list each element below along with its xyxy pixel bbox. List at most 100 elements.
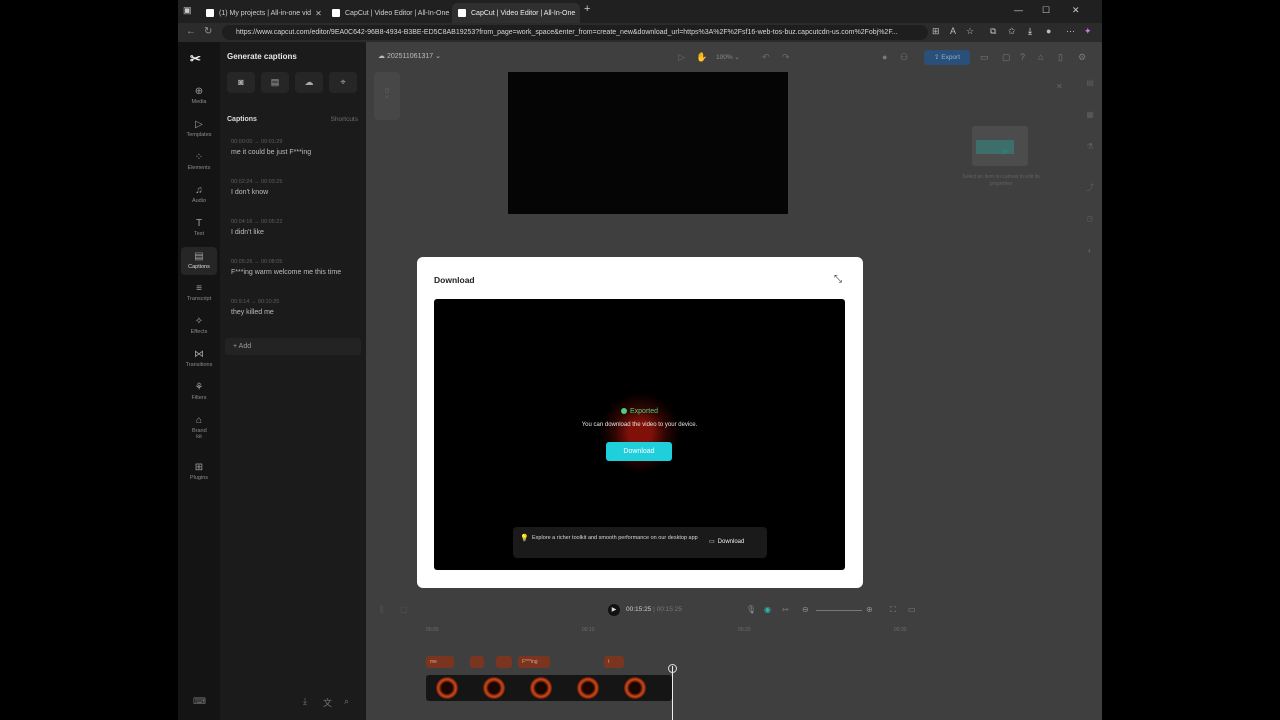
caption-item[interactable]: 00:05:26 → 00:08:05 F***ing warm welcome… — [231, 259, 361, 276]
rail-item-audio[interactable]: ♫ Audio — [178, 185, 220, 204]
favorites-icon[interactable]: ✩ — [1008, 26, 1016, 37]
rail-item-plugins[interactable]: ⊞ Plugins — [178, 462, 220, 481]
add-caption-button[interactable]: + Add — [225, 338, 361, 355]
caption-item[interactable]: 00:00:00 → 00:01:29 me it could be just … — [231, 139, 361, 156]
playhead[interactable] — [672, 666, 673, 720]
caption-clip[interactable] — [496, 656, 512, 668]
download-button[interactable]: Download — [606, 442, 672, 461]
back-icon[interactable]: ← — [186, 26, 196, 37]
delete-icon[interactable]: ▢ — [400, 605, 408, 614]
settings-gear-icon[interactable]: ⚙ — [1078, 52, 1086, 63]
rail-basic[interactable]: ▤ — [1078, 78, 1102, 87]
rail-animation[interactable]: ⤴ — [1078, 182, 1102, 193]
auto-captions-button[interactable]: ◙ — [227, 72, 255, 93]
profile-avatar-icon[interactable]: ● — [1046, 26, 1051, 36]
rail-item-media[interactable]: ⊕ Media — [178, 86, 220, 105]
caption-text[interactable]: they killed me — [231, 309, 361, 316]
rail-item-transitions[interactable]: ⋈ Transitions — [178, 349, 220, 368]
tab-actions-icon[interactable]: ▣ — [183, 5, 192, 16]
video-preview[interactable] — [508, 72, 788, 214]
capcut-logo-icon[interactable]: ✂ — [190, 51, 201, 67]
undo-icon[interactable]: ↶ — [762, 52, 770, 63]
magnet-icon[interactable]: ◉ — [764, 605, 771, 614]
rail-speed[interactable]: ◷ — [1078, 214, 1102, 223]
close-tab-icon[interactable]: ✕ — [311, 9, 322, 18]
tab-capcut-editor-2[interactable]: CapCut | Video Editor | All-In-One ✕ — [452, 3, 580, 23]
panel-toggle-icon[interactable]: ▯ — [1058, 52, 1063, 63]
caption-text[interactable]: I don't know — [231, 189, 361, 196]
manual-captions-button[interactable]: ▤ — [261, 72, 289, 93]
caption-clip[interactable] — [470, 656, 484, 668]
shop-icon[interactable]: ⌂ — [1038, 52, 1043, 62]
url-field[interactable]: https://www.capcut.com/editor/9EA0C642-9… — [222, 25, 928, 40]
tab-capcut-editor-1[interactable]: CapCut | Video Editor | All-In-One ✕ — [326, 3, 450, 23]
rail-item-templates[interactable]: ▷ Templates — [178, 119, 220, 138]
close-window-icon[interactable]: ✕ — [1072, 5, 1080, 16]
zoom-select[interactable]: 100% ⌄ — [716, 53, 740, 61]
comment-icon[interactable]: ▢ — [1002, 52, 1011, 63]
account-avatar-icon[interactable]: ● — [882, 52, 887, 62]
caption-clip[interactable]: me — [426, 656, 454, 668]
help-icon[interactable]: ? — [1020, 52, 1025, 62]
pointer-tool-icon[interactable]: ▷ — [678, 52, 685, 63]
caption-clip[interactable]: F***ing — [518, 656, 550, 668]
link-icon[interactable]: ⇿ — [782, 605, 789, 614]
caption-item[interactable]: 00:02:24 → 00:03:25 I don't know — [231, 179, 361, 196]
video-clip[interactable] — [426, 675, 672, 701]
upload-captions-button[interactable]: ☁ — [295, 72, 323, 93]
zoom-out-icon[interactable]: ⊖ — [802, 605, 809, 614]
split-icon[interactable]: ⫼ — [380, 605, 384, 615]
zoom-slider[interactable] — [816, 610, 862, 611]
minimize-dialog-icon[interactable]: ⤡ — [834, 274, 842, 285]
fit-icon[interactable]: ⛶ — [890, 605, 896, 615]
rail-backdrop[interactable]: ▦ — [1078, 110, 1102, 119]
caption-item[interactable]: 00:9:14 → 00:10:25 they killed me — [231, 299, 361, 316]
split-screen-icon[interactable]: ⧉ — [990, 26, 996, 37]
caption-text[interactable]: I didn't like — [231, 229, 361, 236]
caption-text[interactable]: me it could be just F***ing — [231, 149, 361, 156]
maximize-icon[interactable]: ☐ — [1042, 5, 1050, 16]
copilot-icon[interactable]: ✦ — [1084, 26, 1092, 37]
favorite-star-icon[interactable]: ☆ — [966, 26, 974, 37]
microphone-icon[interactable]: 🎙 — [746, 605, 756, 614]
tab-my-projects[interactable]: (1) My projects | All-in-one vid ✕ — [200, 3, 324, 23]
canvas-size-toolbar[interactable]: ▢ ♪ — [374, 72, 400, 120]
shortcuts-link[interactable]: Shortcuts — [331, 116, 358, 123]
rail-item-brand-kit[interactable]: ⌂ Brand kit — [178, 415, 220, 440]
rail-item-captions[interactable]: ▤ Captions — [181, 247, 217, 275]
hand-tool-icon[interactable]: ✋ — [696, 52, 707, 63]
new-tab-button[interactable]: + — [584, 3, 590, 15]
rail-smart-tools[interactable]: ⚗ — [1078, 142, 1102, 151]
share-user-icon[interactable]: ⚇ — [900, 52, 908, 63]
more-options-icon[interactable]: ⋯ — [1066, 26, 1075, 37]
close-panel-icon[interactable]: ✕ — [1056, 82, 1063, 91]
read-aloud-icon[interactable]: A — [950, 26, 956, 36]
refresh-icon[interactable]: ↻ — [204, 26, 212, 37]
redo-icon[interactable]: ↷ — [782, 52, 790, 63]
rail-item-text[interactable]: T Text — [178, 218, 220, 237]
search-captions-icon[interactable]: ⌕ — [344, 696, 349, 707]
zoom-in-icon[interactable]: ⊕ — [866, 605, 873, 614]
export-button[interactable]: ⇪ Export — [924, 50, 970, 65]
close-tab-icon[interactable]: ✕ — [449, 9, 450, 18]
downloads-icon[interactable]: ⤓ — [1028, 26, 1032, 37]
rail-item-filters[interactable]: ⚘ Filters — [178, 382, 220, 401]
keyboard-icon[interactable]: ⌨ — [193, 696, 206, 707]
rail-item-effects[interactable]: ✧ Effects — [178, 316, 220, 335]
ai-captions-button[interactable]: ⌖ — [329, 72, 357, 93]
caption-item[interactable]: 00:04:16 → 00:05:22 I didn't like — [231, 219, 361, 236]
minimize-icon[interactable]: — — [1014, 5, 1023, 15]
desktop-download-button[interactable]: ▭ Download — [709, 538, 744, 545]
project-name[interactable]: ☁ 202511061317 ⌄ — [378, 52, 441, 60]
caption-clip[interactable]: t — [604, 656, 624, 668]
layout-icon[interactable]: ▭ — [980, 52, 989, 63]
caption-text[interactable]: F***ing warm welcome me this time — [231, 269, 361, 276]
app-available-icon[interactable]: ⊞ — [932, 26, 940, 37]
close-tab-icon[interactable]: ✕ — [575, 9, 580, 18]
rail-item-transcript[interactable]: ≡ Transcript — [178, 283, 220, 302]
rail-adjust[interactable]: ◐ — [1078, 246, 1102, 255]
translate-icon[interactable]: 文 — [323, 696, 332, 709]
play-button[interactable]: ▶ — [608, 604, 620, 616]
rail-item-elements[interactable]: ⁘ Elements — [178, 152, 220, 171]
comment-bubble-icon[interactable]: ▭ — [908, 605, 916, 614]
